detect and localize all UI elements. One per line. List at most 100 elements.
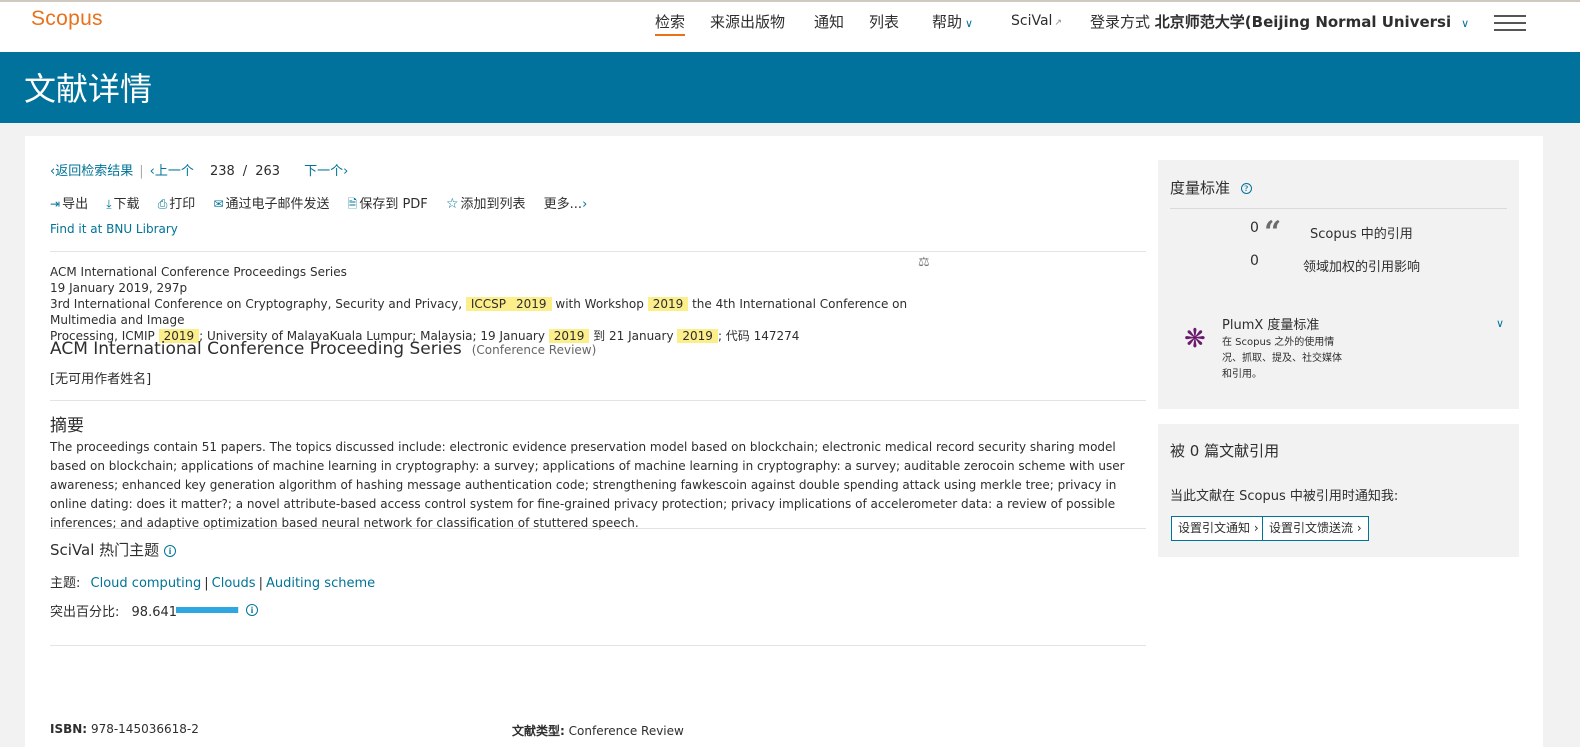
current-index: 238 bbox=[209, 164, 235, 179]
login-prefix: 登录方式 bbox=[1090, 13, 1151, 31]
nav-scival[interactable]: SciVal ↗ bbox=[1011, 13, 1062, 29]
add-to-list-button[interactable]: ☆ 添加到列表 bbox=[445, 196, 526, 212]
export-label: 导出 bbox=[62, 197, 89, 212]
export-button[interactable]: ⇥ 导出 bbox=[50, 197, 88, 212]
fwci-label[interactable]: 领域加权的引用影响 bbox=[1303, 256, 1420, 275]
cited-by-heading: 被 0 篇文献引用 bbox=[1170, 442, 1280, 460]
star-icon: ☆ bbox=[445, 196, 459, 212]
download-icon: ⤓ bbox=[106, 197, 112, 211]
external-link-icon: ↗ bbox=[1054, 18, 1062, 28]
doctype-row: 文献类型: Conference Review bbox=[512, 722, 684, 739]
document-title: ACM International Conference Proceeding … bbox=[50, 339, 462, 359]
divider bbox=[50, 645, 1146, 646]
plumx-icon: ❋ bbox=[1184, 324, 1206, 354]
topic-link[interactable]: Auditing scheme bbox=[266, 576, 375, 591]
nav-account[interactable]: 登录方式 北京师范大学(Beijing Normal Universi ∨ bbox=[1090, 11, 1469, 32]
highlight: 2019 bbox=[511, 297, 552, 311]
isbn-label: ISBN: bbox=[50, 722, 88, 736]
prominence-row: 突出百分比: 98.641 bbox=[50, 601, 178, 620]
print-button[interactable]: ⎙ 打印 bbox=[158, 197, 196, 212]
chevron-down-icon: ∨ bbox=[1461, 17, 1470, 30]
document-type: (Conference Review) bbox=[471, 343, 597, 357]
nav-alerts[interactable]: 通知 bbox=[814, 11, 844, 32]
more-button[interactable]: 更多...› bbox=[544, 197, 588, 212]
document-title-row: ACM International Conference Proceeding … bbox=[50, 339, 596, 359]
chevron-down-icon[interactable]: ∨ bbox=[1496, 317, 1504, 330]
back-to-results-link[interactable]: ‹返回检索结果 bbox=[50, 164, 133, 179]
next-link[interactable]: 下一个› bbox=[304, 164, 348, 179]
add-list-label: 添加到列表 bbox=[460, 197, 526, 212]
highlight: 2019 bbox=[677, 329, 718, 343]
topic-link[interactable]: Cloud computing bbox=[91, 576, 202, 591]
download-button[interactable]: ⤓ 下载 bbox=[106, 197, 139, 212]
set-citation-alert-button[interactable]: 设置引文通知 › bbox=[1171, 516, 1266, 541]
back-label: 返回检索结果 bbox=[55, 164, 134, 179]
page-title: 文献详情 bbox=[24, 70, 153, 108]
conf-text: with Workshop bbox=[555, 297, 644, 311]
institution-name: 北京师范大学(Beijing Normal Universi bbox=[1154, 13, 1452, 31]
nav-sources[interactable]: 来源出版物 bbox=[710, 11, 785, 32]
library-link[interactable]: Find it at BNU Library bbox=[50, 222, 178, 236]
scival-heading-label: SciVal 热门主题 bbox=[50, 541, 160, 559]
metrics-heading: 度量标准 ? bbox=[1170, 177, 1252, 198]
scopus-citation-label[interactable]: Scopus 中的引用 bbox=[1310, 223, 1413, 242]
menu-icon[interactable] bbox=[1494, 15, 1526, 33]
chevron-right-icon: › bbox=[1253, 521, 1259, 535]
chevron-right-icon: › bbox=[1356, 521, 1362, 535]
set-citation-feed-button[interactable]: 设置引文馈送流 › bbox=[1262, 516, 1369, 541]
conf-text: 3rd International Conference on Cryptogr… bbox=[50, 297, 463, 311]
abstract-text: The proceedings contain 51 papers. The t… bbox=[50, 440, 1125, 530]
mail-icon: ✉ bbox=[213, 197, 224, 211]
divider: | bbox=[139, 164, 144, 179]
action-bar: ⇥ 导出 ⤓ 下载 ⎙ 打印 ✉ 通过电子邮件发送 🗎 保存到 PDF ☆ 添加到列表 更多… bbox=[50, 193, 601, 212]
nav-help[interactable]: 帮助 ∨ bbox=[932, 11, 973, 32]
info-icon[interactable]: i bbox=[163, 544, 176, 557]
email-label: 通过电子邮件发送 bbox=[225, 197, 330, 212]
prev-link[interactable]: ‹上一个 bbox=[150, 164, 194, 179]
abstract-heading: 摘要 bbox=[50, 416, 84, 436]
divider bbox=[50, 400, 1146, 401]
highlight: 2019 bbox=[647, 297, 689, 311]
save-pdf-button[interactable]: 🗎 保存到 PDF bbox=[348, 197, 428, 212]
conference-info: 3rd International Conference on Cryptogr… bbox=[50, 296, 950, 344]
print-label: 打印 bbox=[169, 197, 196, 212]
authors: [无可用作者姓名] bbox=[50, 372, 152, 387]
nav-help-label: 帮助 bbox=[932, 13, 963, 31]
feed-label: 设置引文馈送流 bbox=[1269, 521, 1354, 535]
more-label: 更多... bbox=[543, 197, 583, 212]
scopus-citation-count: 0 bbox=[1250, 220, 1259, 236]
scival-topic-heading: SciVal 热门主题 i bbox=[50, 539, 176, 560]
topic-separator: | bbox=[204, 576, 209, 591]
prominence-value: 98.641 bbox=[131, 605, 178, 620]
source-info: ACM International Conference Proceedings… bbox=[50, 264, 950, 344]
isbn-value: 978-145036618-2 bbox=[90, 722, 199, 736]
doctype-value: Conference Review bbox=[568, 724, 684, 738]
save-pdf-label: 保存到 PDF bbox=[359, 197, 428, 212]
fwci-value: 0 bbox=[1250, 253, 1259, 269]
download-label: 下载 bbox=[113, 197, 140, 212]
print-icon: ⎙ bbox=[157, 197, 168, 211]
topic-label: 主题: bbox=[50, 576, 81, 591]
export-icon: ⇥ bbox=[50, 197, 61, 211]
prominence-label: 突出百分比: bbox=[50, 605, 120, 620]
metrics-heading-label: 度量标准 bbox=[1170, 179, 1231, 197]
quote-icon: “ bbox=[1264, 215, 1282, 250]
info-icon[interactable]: ? bbox=[1240, 183, 1252, 194]
email-button[interactable]: ✉ 通过电子邮件发送 bbox=[213, 197, 329, 212]
plumx-description: 在 Scopus 之外的使用情况、抓取、提及、社交媒体和引用。 bbox=[1222, 337, 1342, 380]
plumx-title[interactable]: PlumX 度量标准 bbox=[1222, 314, 1319, 333]
isbn-row: ISBN: 978-145036618-2 bbox=[50, 722, 199, 736]
chevron-right-icon: › bbox=[582, 197, 588, 212]
nav-search[interactable]: 检索 bbox=[655, 11, 686, 36]
topic-link[interactable]: Clouds bbox=[212, 576, 256, 591]
prev-label: 上一个 bbox=[154, 164, 194, 179]
breadcrumb: ‹返回检索结果 | ‹上一个 238 / 263 下一个› bbox=[50, 160, 348, 179]
pdf-icon: 🗎 bbox=[347, 197, 358, 211]
nav-lists[interactable]: 列表 bbox=[869, 11, 899, 32]
info-icon[interactable]: i bbox=[246, 604, 258, 616]
prominence-bar bbox=[176, 607, 239, 613]
doctype-label: 文献类型: bbox=[512, 724, 565, 738]
topic-separator: | bbox=[258, 576, 263, 591]
scopus-logo[interactable]: Scopus bbox=[31, 7, 103, 31]
nav-scival-label: SciVal bbox=[1011, 13, 1053, 29]
